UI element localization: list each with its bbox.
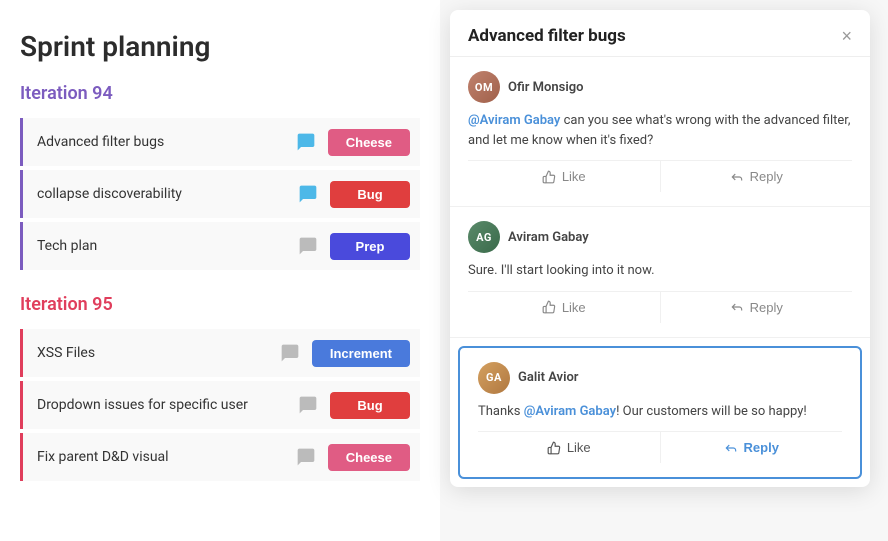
comment-text: @Aviram Gabay can you see what's wrong w… [468,111,852,150]
task-row: collapse discoverability Bug [20,170,420,218]
tag-button-t6[interactable]: Cheese [328,444,410,471]
left-panel: Sprint planning Iteration 94 Advanced fil… [0,0,440,541]
task-list-iter-95: XSS Files Increment Dropdown issues for sp… [20,329,420,481]
comment-user-row: AG Aviram Gabay [468,221,852,253]
avatar: OM [468,71,500,103]
reply-button-c3[interactable]: Reply [661,432,843,463]
reply-button-c2[interactable]: Reply [661,292,853,323]
tag-button-t4[interactable]: Increment [312,340,410,367]
chat-icon[interactable] [294,391,322,419]
task-row: Fix parent D&D visual Cheese [20,433,420,481]
mention: @Aviram Gabay [524,404,616,419]
like-button-c1[interactable]: Like [468,161,661,192]
iteration-label-iter-94: Iteration 94 [20,83,420,104]
chat-icon[interactable] [292,443,320,471]
task-row: Dropdown issues for specific user Bug [20,381,420,429]
close-button[interactable]: × [841,27,852,45]
comment-actions: Like Reply [478,431,842,463]
comment-actions: Like Reply [468,160,852,192]
right-panel: Advanced filter bugs × OM Ofir Monsigo @Av… [440,0,888,541]
chat-icon[interactable] [294,180,322,208]
like-button-c2[interactable]: Like [468,292,661,323]
task-row: Advanced filter bugs Cheese [20,118,420,166]
comment-block-c1: OM Ofir Monsigo @Aviram Gabay can you see … [450,57,870,207]
comment-block-c2: AG Aviram Gabay Sure. I'll start looking i… [450,207,870,338]
task-name: XSS Files [37,345,268,361]
comment-user-row: GA Galit Avior [478,362,842,394]
tag-button-t2[interactable]: Bug [330,181,410,208]
avatar: AG [468,221,500,253]
task-list-iter-94: Advanced filter bugs Cheese collapse disco… [20,118,420,270]
comment-text: Sure. I'll start looking into it now. [468,261,852,281]
task-name: Tech plan [37,238,286,254]
task-row: Tech plan Prep [20,222,420,270]
iterations-container: Iteration 94 Advanced filter bugs Cheese co… [20,83,420,481]
tag-button-t1[interactable]: Cheese [328,129,410,156]
page-title: Sprint planning [20,30,420,63]
comment-text: Thanks @Aviram Gabay! Our customers will… [478,402,842,422]
task-name: Advanced filter bugs [37,134,284,150]
comment-actions: Like Reply [468,291,852,323]
task-row: XSS Files Increment [20,329,420,377]
user-name: Aviram Gabay [508,230,589,245]
chat-icon[interactable] [292,128,320,156]
tag-button-t5[interactable]: Bug [330,392,410,419]
modal: Advanced filter bugs × OM Ofir Monsigo @Av… [450,10,870,487]
modal-title: Advanced filter bugs [468,26,626,46]
iteration-label-iter-95: Iteration 95 [20,294,420,315]
comment-user-row: OM Ofir Monsigo [468,71,852,103]
chat-icon[interactable] [276,339,304,367]
comment-block-c3: GA Galit Avior Thanks @Aviram Gabay! Our c… [458,346,862,480]
mention: @Aviram Gabay [468,113,560,128]
modal-header: Advanced filter bugs × [450,10,870,57]
user-name: Galit Avior [518,370,578,385]
avatar: GA [478,362,510,394]
like-button-c3[interactable]: Like [478,432,661,463]
user-name: Ofir Monsigo [508,80,583,95]
chat-icon[interactable] [294,232,322,260]
modal-body: OM Ofir Monsigo @Aviram Gabay can you see … [450,57,870,487]
task-name: collapse discoverability [37,186,286,202]
tag-button-t3[interactable]: Prep [330,233,410,260]
task-name: Fix parent D&D visual [37,449,284,465]
task-name: Dropdown issues for specific user [37,397,286,413]
reply-button-c1[interactable]: Reply [661,161,853,192]
